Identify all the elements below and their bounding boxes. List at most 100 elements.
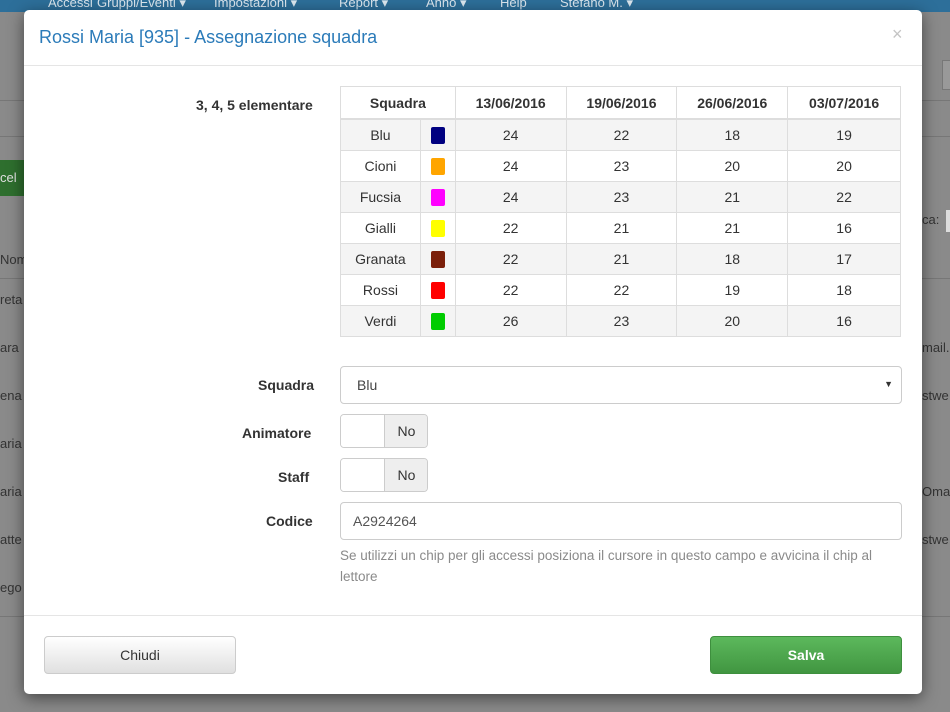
team-color-cell bbox=[419, 181, 456, 213]
table-row: Verdi 26 23 20 16 bbox=[340, 305, 901, 337]
team-color-cell bbox=[419, 243, 456, 275]
background-text: atte bbox=[0, 532, 22, 547]
team-color-swatch bbox=[430, 281, 445, 299]
count-cell: 23 bbox=[565, 181, 678, 213]
count-cell: 22 bbox=[454, 212, 567, 244]
team-assignment-modal: Rossi Maria [935] - Assegnazione squadra… bbox=[24, 10, 922, 694]
team-name-cell: Gialli bbox=[340, 212, 421, 244]
background-text: stwe bbox=[922, 532, 949, 547]
staff-label: Staff bbox=[278, 469, 310, 485]
count-cell: 26 bbox=[454, 305, 567, 337]
count-cell: 23 bbox=[565, 305, 678, 337]
count-cell: 18 bbox=[676, 243, 789, 275]
team-color-swatch bbox=[430, 250, 445, 268]
codice-value: A2924264 bbox=[353, 513, 417, 529]
modal-title: Rossi Maria [935] - Assegnazione squadra bbox=[39, 27, 377, 48]
modal-header: Rossi Maria [935] - Assegnazione squadra… bbox=[24, 10, 922, 66]
count-cell: 24 bbox=[454, 181, 567, 213]
squadra-select[interactable]: Blu ▼ bbox=[340, 366, 902, 404]
count-cell: 21 bbox=[676, 181, 789, 213]
background-text: reta bbox=[0, 292, 23, 307]
chevron-down-icon: ▼ bbox=[884, 379, 893, 389]
count-cell: 21 bbox=[676, 212, 789, 244]
column-header-date: 03/07/2016 bbox=[787, 86, 901, 120]
count-cell: 20 bbox=[676, 150, 789, 182]
table-row: Blu 24 22 18 19 bbox=[340, 118, 901, 151]
team-name-cell: Fucsia bbox=[340, 181, 421, 213]
modal-footer-divider bbox=[24, 615, 922, 616]
nav-item-accessi[interactable]: Accessi bbox=[48, 0, 93, 10]
background-text: aria bbox=[0, 484, 22, 499]
column-header-date: 26/06/2016 bbox=[676, 86, 789, 120]
count-cell: 19 bbox=[787, 118, 901, 151]
toggle-knob bbox=[341, 459, 384, 491]
toggle-state-label: No bbox=[384, 459, 427, 491]
background-text: Omail bbox=[922, 484, 950, 499]
toggle-state-label: No bbox=[384, 415, 427, 447]
modal-title-subtitle: - Assegnazione squadra bbox=[179, 27, 378, 47]
background-excel-button: cel bbox=[0, 160, 24, 196]
nav-item-help[interactable]: Help bbox=[500, 0, 527, 10]
squadra-label: Squadra bbox=[258, 377, 315, 393]
staff-toggle[interactable]: No bbox=[340, 458, 428, 492]
save-button[interactable]: Salva bbox=[710, 636, 902, 674]
team-color-swatch bbox=[430, 126, 445, 144]
count-cell: 19 bbox=[676, 274, 789, 306]
team-color-cell bbox=[419, 274, 456, 306]
codice-input[interactable]: A2924264 bbox=[340, 502, 902, 540]
count-cell: 18 bbox=[787, 274, 901, 306]
table-row: Gialli 22 21 21 16 bbox=[340, 212, 901, 244]
team-color-swatch bbox=[430, 219, 445, 237]
count-cell: 21 bbox=[565, 212, 678, 244]
column-header-date: 13/06/2016 bbox=[454, 86, 567, 120]
count-cell: 22 bbox=[454, 274, 567, 306]
count-cell: 18 bbox=[676, 118, 789, 151]
team-color-cell bbox=[419, 118, 456, 151]
count-cell: 20 bbox=[787, 150, 901, 182]
team-color-cell bbox=[419, 212, 456, 244]
column-header-date: 19/06/2016 bbox=[565, 86, 678, 120]
team-name-cell: Granata bbox=[340, 243, 421, 275]
count-cell: 20 bbox=[676, 305, 789, 337]
modal-title-name: Rossi Maria [935] bbox=[39, 27, 180, 47]
class-group-label: 3, 4, 5 elementare bbox=[196, 97, 313, 113]
team-color-swatch bbox=[430, 157, 445, 175]
codice-label: Codice bbox=[266, 513, 313, 529]
team-name-cell: Verdi bbox=[340, 305, 421, 337]
team-color-cell bbox=[419, 305, 456, 337]
count-cell: 22 bbox=[787, 181, 901, 213]
team-color-cell bbox=[419, 150, 456, 182]
count-cell: 23 bbox=[565, 150, 678, 182]
animatore-label: Animatore bbox=[242, 425, 312, 441]
count-cell: 24 bbox=[454, 118, 567, 151]
team-color-swatch bbox=[430, 312, 445, 330]
team-name-cell: Cioni bbox=[340, 150, 421, 182]
background-button bbox=[942, 60, 950, 90]
background-text: ego bbox=[0, 580, 22, 595]
close-button[interactable]: Chiudi bbox=[44, 636, 236, 674]
count-cell: 17 bbox=[787, 243, 901, 275]
animatore-toggle[interactable]: No bbox=[340, 414, 428, 448]
count-cell: 22 bbox=[454, 243, 567, 275]
background-text: aria bbox=[0, 436, 22, 451]
team-color-swatch bbox=[430, 188, 445, 206]
close-icon[interactable]: × bbox=[892, 24, 903, 45]
count-cell: 16 bbox=[787, 212, 901, 244]
count-cell: 24 bbox=[454, 150, 567, 182]
team-name-cell: Rossi bbox=[340, 274, 421, 306]
codice-help-text: Se utilizzi un chip per gli accessi posi… bbox=[340, 548, 873, 584]
background-text: ara bbox=[0, 340, 19, 355]
table-header-row: Squadra 13/06/2016 19/06/2016 26/06/2016… bbox=[340, 86, 901, 120]
team-count-table: Squadra 13/06/2016 19/06/2016 26/06/2016… bbox=[340, 86, 901, 337]
team-name-cell: Blu bbox=[340, 118, 421, 151]
count-cell: 21 bbox=[565, 243, 678, 275]
squadra-selected-value: Blu bbox=[357, 377, 378, 393]
count-cell: 16 bbox=[787, 305, 901, 337]
table-row: Granata 22 21 18 17 bbox=[340, 243, 901, 275]
background-text: ena bbox=[0, 388, 22, 403]
table-row: Rossi 22 22 19 18 bbox=[340, 274, 901, 306]
table-row: Cioni 24 23 20 20 bbox=[340, 150, 901, 182]
background-text: stwe bbox=[922, 388, 949, 403]
count-cell: 22 bbox=[565, 118, 678, 151]
background-text: ca: bbox=[922, 212, 940, 227]
